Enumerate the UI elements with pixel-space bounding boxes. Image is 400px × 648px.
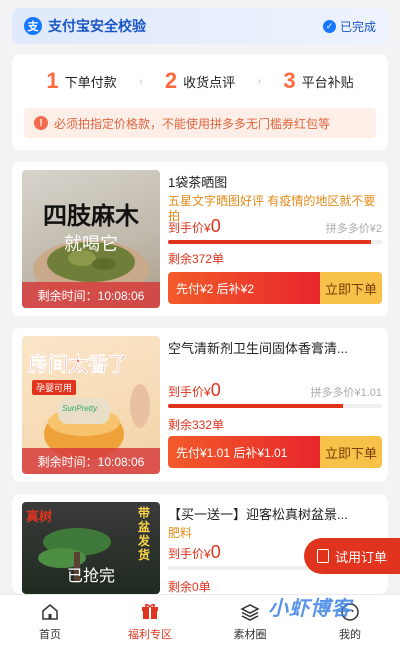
step-3: 3 平台补贴	[261, 68, 376, 94]
progress-bar	[168, 404, 382, 408]
image-headline: 房间太香了	[28, 354, 129, 377]
product-image[interactable]: 四肢麻木 就喝它 剩余时间：10:08:06	[22, 170, 160, 308]
rebate-text: 先付¥2 后补¥2	[168, 272, 320, 304]
steps-row: 1 下单付款 › 2 收货点评 › 3 平台补贴	[12, 54, 388, 108]
image-badge: 孕婴可用	[32, 380, 77, 395]
step-1: 1 下单付款	[24, 68, 139, 94]
product-name: 【买一送一】迎客松真树盆景...	[168, 507, 348, 522]
image-subline: 就喝它	[64, 234, 118, 254]
trial-orders-button[interactable]: 试用订单	[304, 538, 400, 574]
step-label: 下单付款	[64, 74, 117, 90]
product-image[interactable]: 房间太香了 孕婴可用 SunPretty 剩余时间：10:08:06	[22, 336, 160, 474]
product-name: 1袋茶晒图	[168, 175, 228, 190]
notice-text: 必须拍指定价格款，不能使用拼多多无门槛券红包等	[54, 116, 331, 131]
stock-remaining: 剩余332单	[168, 418, 225, 432]
verify-title: 支付宝安全校验	[48, 18, 146, 34]
stock-remaining: 剩余0单	[168, 580, 211, 594]
buy-bar[interactable]: 先付¥2 后补¥2 立即下单	[168, 272, 382, 304]
notice-bar: ! 必须拍指定价格款，不能使用拼多多无门槛券红包等	[24, 108, 376, 138]
tab-home[interactable]: 首页	[0, 595, 100, 648]
product-name: 空气清新剂卫生间固体香膏清...	[168, 341, 348, 356]
layers-icon	[240, 603, 260, 621]
home-icon	[42, 603, 58, 620]
buy-now-button[interactable]: 立即下单	[320, 272, 382, 304]
verify-status-label: 已完成	[339, 19, 376, 34]
tab-label: 我的	[339, 628, 361, 641]
buy-bar[interactable]: 先付¥1.01 后补¥1.01 立即下单	[168, 436, 382, 468]
trial-orders-label: 试用订单	[334, 549, 387, 565]
product-info: 【买一送一】迎客松真树盆景... 肥料	[168, 504, 380, 541]
alipay-logo-icon: 支	[24, 17, 42, 35]
progress-fill	[168, 240, 372, 244]
watermark: 小虾博客	[268, 598, 352, 620]
alipay-verify-banner: 支 支付宝安全校验 ✓ 已完成	[12, 8, 388, 44]
product-image[interactable]: 真树 带盆发货 已抢完	[22, 502, 160, 594]
verify-status: ✓ 已完成	[322, 18, 376, 35]
image-tag: 真树	[26, 509, 53, 524]
step-label: 收货点评	[183, 74, 236, 90]
tab-label: 福利专区	[128, 628, 172, 641]
pdd-price: 拼多多价¥2	[325, 223, 382, 235]
image-side-text: 带盆发货	[138, 506, 151, 562]
tab-label: 首页	[39, 628, 61, 641]
hand-price: 到手价¥0	[168, 542, 221, 563]
progress-bar	[168, 240, 382, 244]
order-list-icon	[316, 549, 329, 563]
progress-fill	[168, 404, 344, 408]
tab-welfare[interactable]: 福利专区	[100, 595, 200, 648]
tab-label: 素材圈	[233, 628, 267, 641]
image-headline: 四肢麻木	[43, 203, 139, 230]
stock-remaining: 剩余372单	[168, 252, 225, 266]
steps-card: 1 下单付款 › 2 收货点评 › 3 平台补贴 ! 必须拍指定价格款，不能使用…	[12, 54, 388, 150]
pdd-price: 拼多多价¥1.01	[310, 387, 382, 399]
step-2: 2 收货点评	[142, 68, 257, 94]
check-icon: ✓	[322, 19, 336, 33]
product-info: 空气清新剂卫生间固体香膏清...	[168, 338, 380, 357]
sold-out-overlay: 已抢完	[66, 568, 115, 585]
buy-now-button[interactable]: 立即下单	[320, 436, 382, 468]
image-brand: SunPretty	[62, 404, 98, 413]
price-row: 到手价¥0 拼多多价¥1.01	[168, 380, 382, 401]
hand-price-label: 到手价¥	[168, 221, 211, 235]
hand-price-label: 到手价¥	[168, 547, 211, 561]
hand-price-value: 0	[210, 216, 221, 236]
step-number: 2	[164, 68, 178, 93]
countdown-caption: 剩余时间：10:08:06	[22, 282, 160, 308]
rebate-text: 先付¥1.01 后补¥1.01	[168, 436, 320, 468]
gift-icon	[142, 603, 158, 619]
hand-price: 到手价¥0	[168, 380, 221, 401]
hand-price-value: 0	[210, 542, 221, 562]
price-row: 到手价¥0 拼多多价¥2	[168, 216, 382, 237]
product-card[interactable]: 四肢麻木 就喝它 剩余时间：10:08:06 1袋茶晒图 五星文字晒图好评 有疫…	[12, 162, 388, 316]
warning-icon: !	[34, 116, 48, 130]
step-number: 1	[46, 68, 59, 93]
countdown-caption: 剩余时间：10:08:06	[22, 448, 160, 474]
product-card[interactable]: 房间太香了 孕婴可用 SunPretty 剩余时间：10:08:06 空气清新剂…	[12, 328, 388, 482]
hand-price-label: 到手价¥	[168, 385, 211, 399]
hand-price: 到手价¥0	[168, 216, 221, 237]
step-number: 3	[283, 68, 296, 93]
step-label: 平台补贴	[301, 74, 354, 90]
hand-price-value: 0	[210, 380, 221, 400]
